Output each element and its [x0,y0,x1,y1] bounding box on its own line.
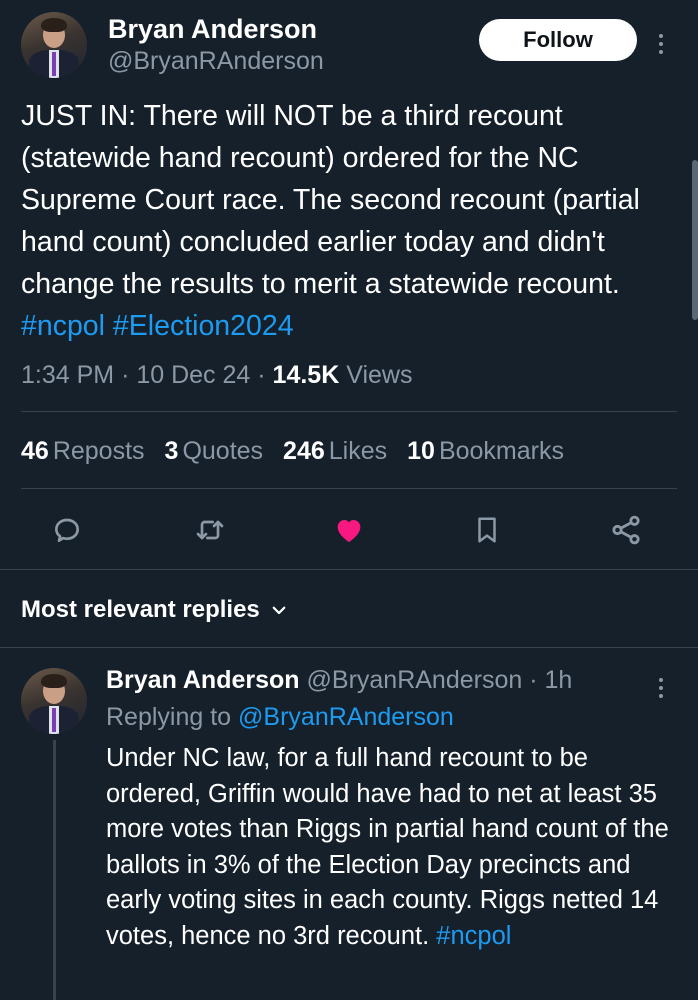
bookmarks-count: 10 [407,437,435,465]
more-options-icon[interactable] [659,30,663,58]
bookmark-icon[interactable] [467,510,507,550]
hashtag-link[interactable]: #ncpol [436,922,511,950]
divider [21,488,677,489]
replying-to-prefix: Replying to [106,703,232,731]
engagement-stats: 46 Reposts 3 Quotes 246 Likes 10 Bookmarks [21,437,564,466]
reply-age[interactable]: 1h [545,666,573,694]
replies-sort-label: Most relevant replies [21,596,260,623]
tweet-time[interactable]: 1:34 PM [21,361,114,389]
follow-button[interactable]: Follow [479,19,637,61]
likes-label: Likes [328,437,388,465]
hashtag-link[interactable]: #Election2024 [113,310,294,342]
reposts-count: 46 [21,437,49,465]
divider [21,411,677,412]
reply-more-options-icon[interactable] [659,674,663,702]
reply-header: Bryan Anderson @BryanRAnderson · 1h [106,666,572,695]
reply-author-avatar[interactable] [21,668,87,734]
divider [0,569,698,570]
author-handle[interactable]: @BryanRAnderson [108,47,324,76]
bookmarks-label: Bookmarks [438,437,564,465]
author-name[interactable]: Bryan Anderson [108,14,317,45]
tweet-date[interactable]: 10 Dec 24 [136,361,250,389]
bookmarks-stat[interactable]: 10 Bookmarks [407,437,564,465]
scrollbar[interactable] [692,160,698,320]
tweet-text: JUST IN: There will NOT be a third recou… [21,95,681,347]
repost-icon[interactable] [190,510,230,550]
tweet-meta: 1:34 PM · 10 Dec 24 · 14.5K Views [21,361,412,390]
meta-separator: · [522,666,545,694]
quotes-stat[interactable]: 3 Quotes [165,437,264,465]
hashtag-link[interactable]: #ncpol [21,310,105,342]
chevron-down-icon [270,601,288,619]
heart-icon[interactable] [329,510,369,550]
quotes-label: Quotes [182,437,264,465]
reposts-stat[interactable]: 46 Reposts [21,437,145,465]
likes-count: 246 [283,437,325,465]
replying-to-handle[interactable]: @BryanRAnderson [238,703,454,731]
replies-sort-dropdown[interactable]: Most relevant replies [21,596,288,624]
tweet-body: JUST IN: There will NOT be a third recou… [21,100,640,300]
thread-line [53,740,56,1000]
likes-stat[interactable]: 246 Likes [283,437,387,465]
meta-separator: · [121,361,130,389]
quotes-count: 3 [164,437,179,465]
reply-author-name[interactable]: Bryan Anderson [106,666,300,694]
views-label: Views [346,361,413,389]
divider [0,647,698,648]
reposts-label: Reposts [52,437,145,465]
replying-to: Replying to @BryanRAnderson [106,703,454,732]
meta-separator: · [257,361,266,389]
reply-body: Under NC law, for a full hand recount to… [106,744,669,950]
share-icon[interactable] [606,510,646,550]
reply-author-handle[interactable]: @BryanRAnderson [307,666,523,694]
views-count: 14.5K [272,361,340,389]
reply-text: Under NC law, for a full hand recount to… [106,741,681,954]
reply-icon[interactable] [47,510,87,550]
author-avatar[interactable] [21,12,87,78]
